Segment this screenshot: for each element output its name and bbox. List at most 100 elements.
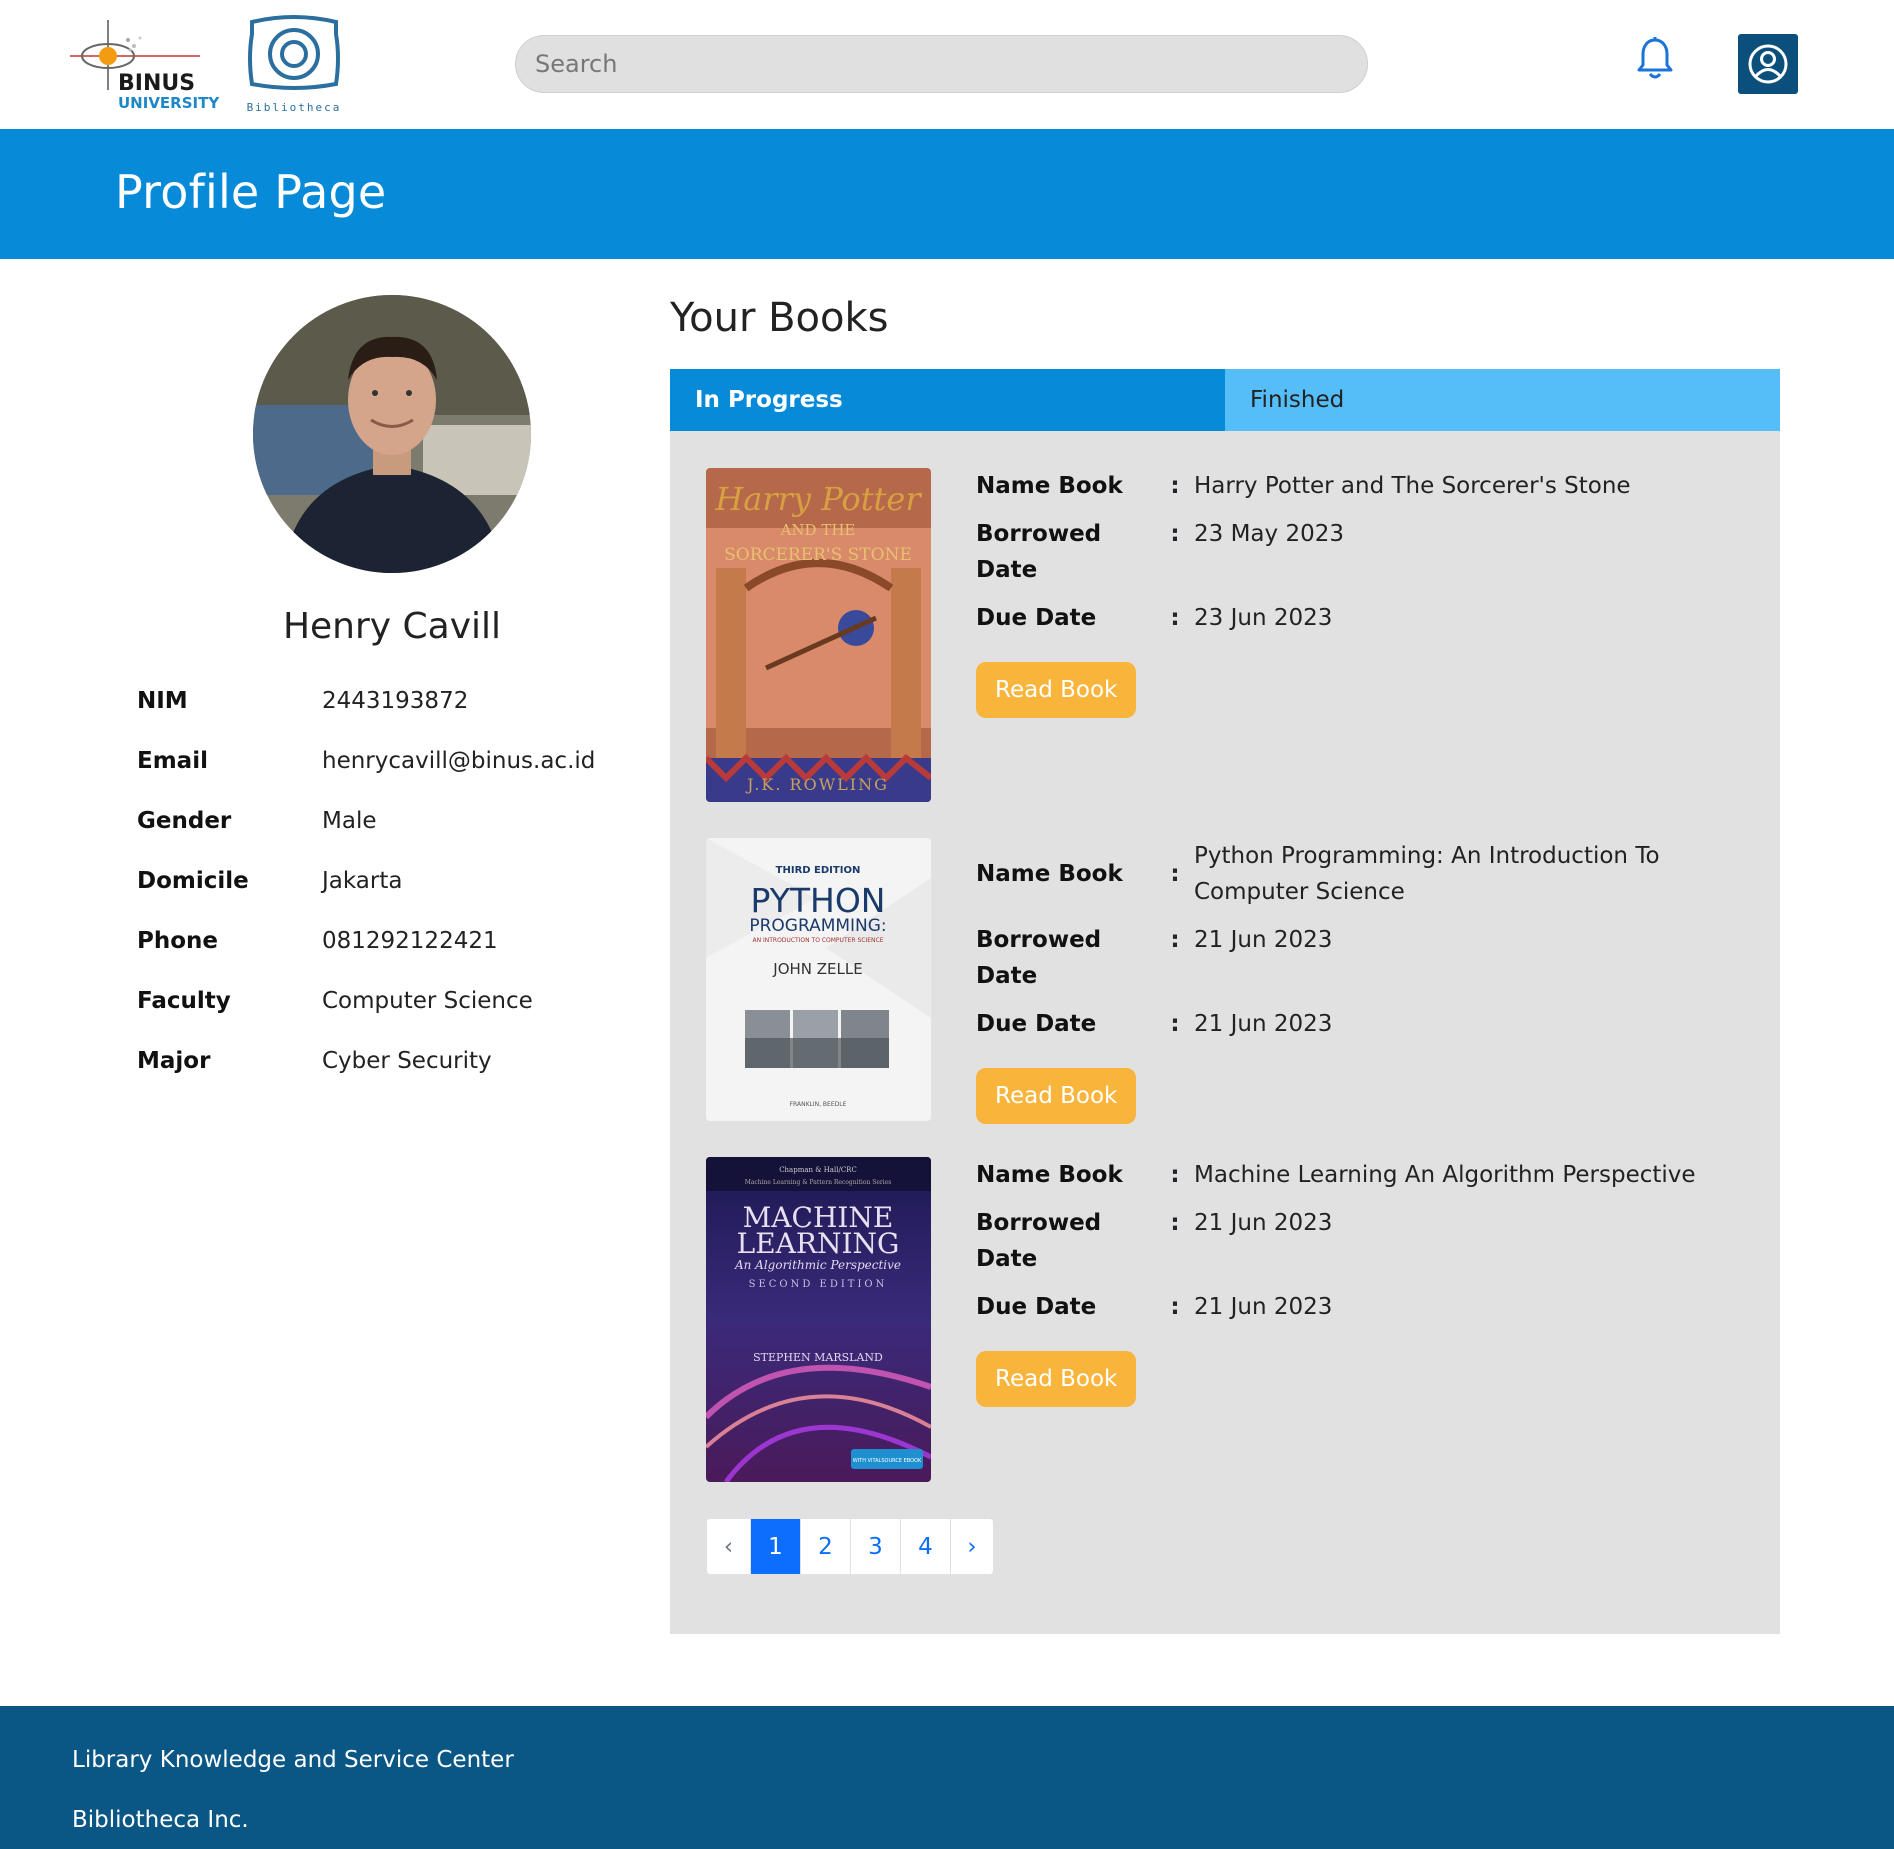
info-value: 2443193872 xyxy=(322,688,469,714)
info-value: Jakarta xyxy=(322,868,403,894)
svg-text:Machine Learning & Pattern Rec: Machine Learning & Pattern Recognition S… xyxy=(745,1179,892,1186)
detail-label: Due Date xyxy=(976,605,1097,631)
detail-label: Borrowed Date xyxy=(976,1210,1102,1272)
info-value: Computer Science xyxy=(322,988,533,1014)
detail-colon: : xyxy=(1170,521,1180,547)
info-row-gender: Gender Male xyxy=(137,808,597,868)
footer-line-1: Library Knowledge and Service Center xyxy=(72,1747,514,1773)
top-navbar: BINUS UNIVERSITY Bibliotheca xyxy=(0,0,1894,129)
borrowed-date: 23 May 2023 xyxy=(1194,521,1344,547)
detail-label: Due Date xyxy=(976,1011,1097,1037)
detail-row-due: Due Date : 21 Jun 2023 xyxy=(976,1289,1736,1325)
info-label: Faculty xyxy=(137,988,231,1014)
detail-label: Borrowed Date xyxy=(976,521,1102,583)
svg-text:LEARNING: LEARNING xyxy=(737,1227,900,1260)
binus-university-logo[interactable]: BINUS UNIVERSITY xyxy=(70,18,230,113)
read-book-button[interactable]: Read Book xyxy=(976,662,1137,718)
info-row-email: Email henrycavill@binus.ac.id xyxy=(137,748,597,808)
info-label: NIM xyxy=(137,688,188,714)
detail-label: Name Book xyxy=(976,1162,1123,1188)
pagination-page-4[interactable]: 4 xyxy=(900,1519,950,1574)
detail-label: Name Book xyxy=(976,473,1123,499)
detail-row-borrowed: Borrowed Date : 21 Jun 2023 xyxy=(976,1205,1736,1277)
detail-colon: : xyxy=(1170,1011,1180,1037)
due-date: 23 Jun 2023 xyxy=(1194,605,1333,631)
detail-colon: : xyxy=(1170,1210,1180,1236)
svg-text:SORCERER'S STONE: SORCERER'S STONE xyxy=(724,545,912,565)
info-value: 081292122421 xyxy=(322,928,498,954)
book-cover-machine-learning[interactable]: Chapman & Hall/CRC Machine Learning & Pa… xyxy=(706,1157,931,1482)
book-name: Python Programming: An Introduction To C… xyxy=(1194,843,1660,905)
svg-text:J.K. ROWLING: J.K. ROWLING xyxy=(745,775,889,794)
footer-line-2: Bibliotheca Inc. xyxy=(72,1807,249,1833)
detail-row-name: Name Book : Harry Potter and The Sorcere… xyxy=(976,468,1736,504)
info-label: Email xyxy=(137,748,208,774)
profile-button[interactable] xyxy=(1738,34,1798,94)
borrowed-date: 21 Jun 2023 xyxy=(1194,927,1333,953)
info-row-domicile: Domicile Jakarta xyxy=(137,868,597,928)
read-book-button[interactable]: Read Book xyxy=(976,1068,1137,1124)
profile-info: NIM 2443193872 Email henrycavill@binus.a… xyxy=(137,688,597,1108)
detail-label: Borrowed Date xyxy=(976,927,1102,989)
pagination-page-2[interactable]: 2 xyxy=(800,1519,850,1574)
svg-text:THIRD EDITION: THIRD EDITION xyxy=(776,865,861,876)
books-panel: Harry Potter AND THE SORCERER'S STONE J.… xyxy=(670,431,1780,1634)
svg-text:STEPHEN MARSLAND: STEPHEN MARSLAND xyxy=(753,1351,883,1364)
detail-row-name: Name Book : Python Programming: An Intro… xyxy=(976,838,1736,910)
page-title: Profile Page xyxy=(115,165,387,219)
svg-text:Chapman & Hall/CRC: Chapman & Hall/CRC xyxy=(779,1166,857,1174)
detail-colon: : xyxy=(1170,605,1180,631)
books-tabs: In Progress Finished xyxy=(670,369,1780,431)
detail-colon: : xyxy=(1170,927,1180,953)
svg-text:BINUS: BINUS xyxy=(118,71,195,96)
svg-text:Harry Potter: Harry Potter xyxy=(714,480,922,518)
read-book-button[interactable]: Read Book xyxy=(976,1351,1137,1407)
detail-row-due: Due Date : 23 Jun 2023 xyxy=(976,600,1736,636)
borrowed-date: 21 Jun 2023 xyxy=(1194,1210,1333,1236)
tab-finished[interactable]: Finished xyxy=(1225,369,1780,431)
book-details: Name Book : Python Programming: An Intro… xyxy=(976,838,1736,1124)
profile-name: Henry Cavill xyxy=(282,606,502,647)
svg-text:UNIVERSITY: UNIVERSITY xyxy=(118,94,220,112)
svg-text:Bibliotheca: Bibliotheca xyxy=(247,101,342,114)
pagination-next[interactable]: › xyxy=(950,1519,993,1574)
due-date: 21 Jun 2023 xyxy=(1194,1294,1333,1320)
user-circle-icon xyxy=(1748,44,1788,84)
detail-row-borrowed: Borrowed Date : 23 May 2023 xyxy=(976,516,1736,588)
books-section-title: Your Books xyxy=(670,295,889,341)
detail-row-name: Name Book : Machine Learning An Algorith… xyxy=(976,1157,1736,1193)
info-value: henrycavill@binus.ac.id xyxy=(322,748,596,774)
svg-text:PYTHON: PYTHON xyxy=(751,881,886,920)
page-banner: Profile Page xyxy=(0,129,1894,259)
detail-colon: : xyxy=(1170,1294,1180,1320)
search-input[interactable] xyxy=(515,35,1368,93)
info-label: Domicile xyxy=(137,868,249,894)
info-row-phone: Phone 081292122421 xyxy=(137,928,597,988)
svg-text:SECOND EDITION: SECOND EDITION xyxy=(749,1279,888,1290)
pagination-prev[interactable]: ‹ xyxy=(707,1519,750,1574)
info-label: Gender xyxy=(137,808,232,834)
svg-text:AND THE: AND THE xyxy=(780,521,856,539)
detail-row-due: Due Date : 21 Jun 2023 xyxy=(976,1006,1736,1042)
svg-text:WITH VITALSOURCE EBOOK: WITH VITALSOURCE EBOOK xyxy=(853,1458,922,1464)
pagination: ‹ 1 2 3 4 › xyxy=(706,1518,994,1575)
detail-label: Name Book xyxy=(976,861,1123,887)
book-cover-python[interactable]: THIRD EDITION PYTHON PROGRAMMING: AN INT… xyxy=(706,838,931,1121)
pagination-page-3[interactable]: 3 xyxy=(850,1519,900,1574)
detail-colon: : xyxy=(1170,1162,1180,1188)
detail-colon: : xyxy=(1170,861,1180,887)
avatar xyxy=(253,295,531,573)
tab-in-progress[interactable]: In Progress xyxy=(670,369,1225,431)
info-value: Cyber Security xyxy=(322,1048,492,1074)
book-cover-harry-potter[interactable]: Harry Potter AND THE SORCERER'S STONE J.… xyxy=(706,468,931,802)
info-row-nim: NIM 2443193872 xyxy=(137,688,597,748)
svg-text:FRANKLIN, BEEDLE: FRANKLIN, BEEDLE xyxy=(790,1101,847,1108)
info-row-major: Major Cyber Security xyxy=(137,1048,597,1108)
bibliotheca-logo[interactable]: Bibliotheca xyxy=(244,14,344,116)
pagination-page-1[interactable]: 1 xyxy=(750,1519,800,1574)
detail-label: Due Date xyxy=(976,1294,1097,1320)
info-row-faculty: Faculty Computer Science xyxy=(137,988,597,1048)
bell-icon[interactable] xyxy=(1636,37,1674,81)
detail-colon: : xyxy=(1170,473,1180,499)
info-label: Major xyxy=(137,1048,211,1074)
